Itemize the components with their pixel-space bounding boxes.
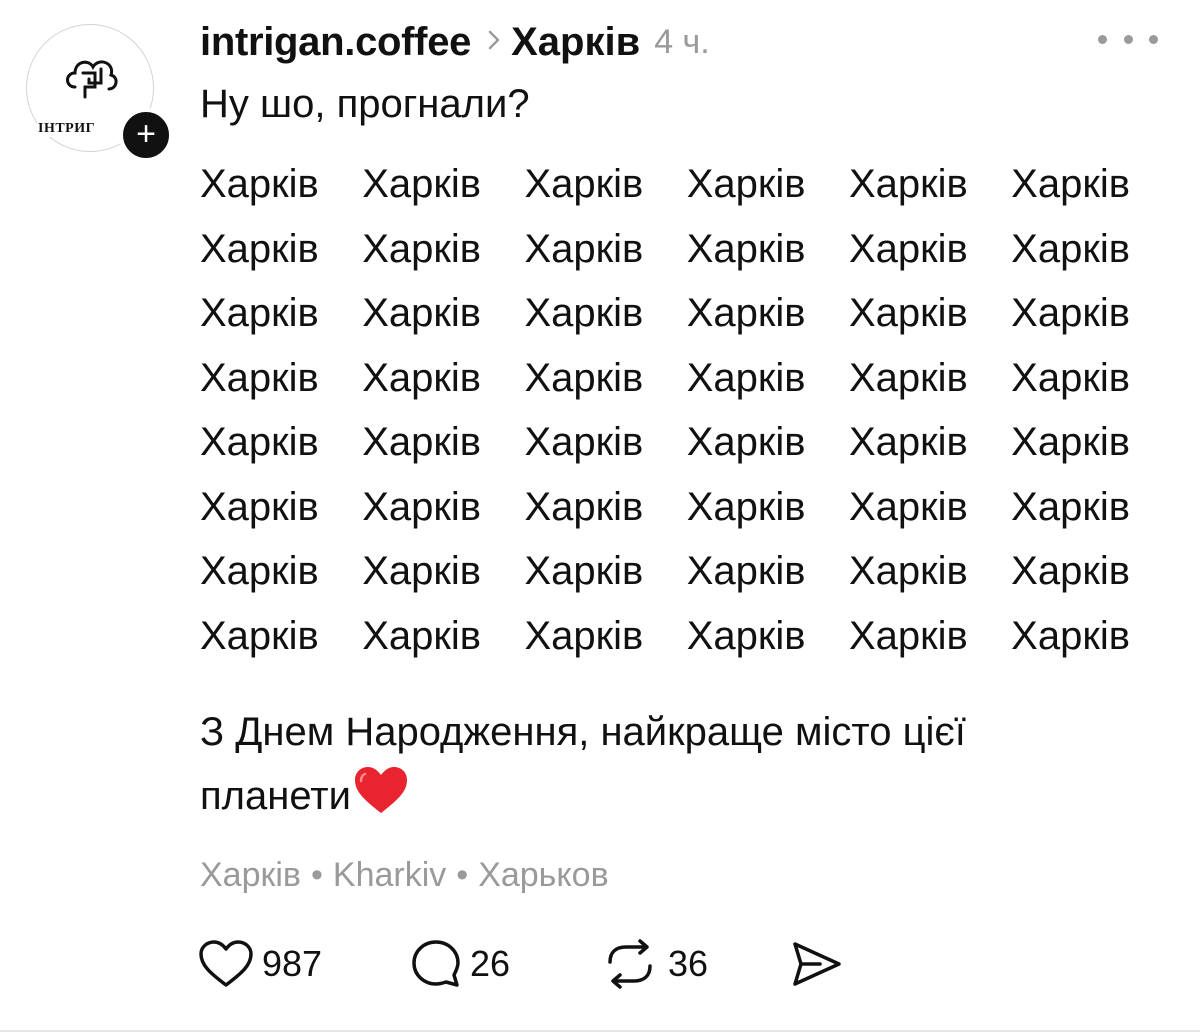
city-word: Харків — [200, 162, 319, 206]
city-row: Харків Харків Харків Харків Харків Харків — [200, 348, 1130, 413]
city-word: Харків — [1011, 291, 1130, 335]
birthday-line-2-wrap: планети — [200, 764, 1140, 834]
comment-button[interactable]: 26 — [410, 934, 510, 994]
city-word: Харків — [200, 291, 319, 335]
city-repeat-block: Харків Харків Харків Харків Харків Харків Харк… — [200, 154, 1130, 670]
city-word: Харків — [848, 420, 968, 464]
tag-link[interactable]: Kharkiv — [333, 856, 446, 894]
city-word: Харків — [524, 484, 644, 529]
cloud-logo-icon — [66, 60, 118, 99]
birthday-line-1: З Днем Народження, найкраще місто цієї — [200, 710, 966, 754]
city-word: Харків — [848, 291, 968, 335]
city-word: Харків — [686, 420, 806, 464]
city-word: Харків — [848, 162, 968, 206]
tag-link[interactable]: Харків — [200, 856, 301, 894]
city-row: Харків Харків Харків Харків Харків Харків — [200, 477, 1130, 542]
city-word: Харків — [1011, 420, 1130, 464]
city-word: Харків — [524, 355, 644, 400]
send-icon — [793, 942, 841, 986]
like-count: 987 — [262, 943, 323, 984]
city-word: Харків — [686, 291, 806, 335]
heart-outline-icon — [199, 940, 253, 987]
city-row: Харків Харків Харків Харків Харків Харків — [200, 541, 1130, 606]
city-word: Харків — [1011, 162, 1130, 206]
avatar-logo-text: ІНТРИГ — [37, 121, 97, 137]
tag-link[interactable]: Харьков — [478, 856, 608, 894]
city-word: Харків — [1011, 613, 1130, 658]
birthday-message: З Днем Народження, найкраще місто цієї п… — [200, 700, 1140, 834]
city-word: Харків — [848, 613, 968, 658]
city-word: Харків — [686, 355, 806, 400]
city-word: Харків — [200, 613, 319, 658]
post-intro-text: Ну шо, прогнали? — [200, 82, 530, 126]
chevron-right-icon — [487, 29, 501, 56]
plus-icon: + — [136, 115, 156, 153]
more-dot — [1123, 34, 1133, 44]
share-button[interactable] — [790, 934, 844, 994]
city-word: Харків — [524, 291, 644, 335]
city-word: Харків — [200, 226, 319, 271]
city-word: Харків — [200, 549, 319, 593]
thread-post: ІНТРИГ + intrigan.coffee Харків 4 ч. Ну … — [0, 0, 1200, 1036]
city-word: Харків — [1011, 484, 1130, 529]
divider — [0, 1030, 1200, 1032]
post-timestamp: 4 ч. — [654, 22, 710, 61]
city-word: Харків — [686, 162, 806, 206]
city-word: Харків — [524, 613, 644, 658]
city-word: Харків — [200, 355, 319, 400]
more-dot — [1149, 34, 1158, 44]
city-row: Харків Харків Харків Харків Харків Харків — [200, 283, 1130, 348]
city-word: Харків — [1011, 549, 1130, 593]
city-word: Харків — [362, 420, 482, 464]
city-word: Харків — [362, 549, 482, 593]
city-word: Харків — [1011, 226, 1130, 271]
red-heart-emoji-icon — [353, 765, 409, 834]
tag-separator: • — [311, 856, 323, 894]
comment-count: 26 — [470, 943, 511, 984]
city-row: Харків Харків Харків Харків Харків Харків — [200, 606, 1130, 671]
city-word: Харків — [686, 484, 806, 529]
birthday-line-2: планети — [200, 774, 351, 818]
city-word: Харків — [524, 420, 644, 464]
city-word: Харків — [362, 484, 482, 529]
repost-count: 36 — [668, 943, 709, 984]
city-word: Харків — [362, 162, 482, 206]
tag-separator: • — [456, 856, 469, 894]
city-word: Харків — [686, 549, 806, 593]
city-word: Харків — [686, 226, 806, 271]
city-word: Харків — [362, 355, 482, 400]
post-tags: Харків • Kharkiv • Харьков — [200, 856, 609, 895]
city-row: Харків Харків Харків Харків Харків Харків — [200, 154, 1130, 219]
city-word: Харків — [524, 226, 644, 271]
city-word: Харків — [848, 226, 968, 271]
speech-bubble-icon — [412, 940, 460, 987]
post-header: intrigan.coffee Харків 4 ч. — [200, 14, 710, 70]
city-word: Харків — [362, 613, 482, 658]
more-options-button[interactable] — [1098, 24, 1158, 54]
location-link[interactable]: Харків — [511, 20, 640, 65]
city-word: Харків — [362, 226, 482, 271]
city-word: Харків — [200, 484, 319, 529]
like-button[interactable]: 987 — [198, 934, 322, 994]
repost-button[interactable]: 36 — [600, 934, 708, 994]
follow-plus-button[interactable]: + — [119, 108, 173, 162]
more-dot — [1098, 34, 1107, 44]
city-word: Харків — [524, 549, 644, 593]
username-link[interactable]: intrigan.coffee — [200, 20, 471, 65]
city-word: Харків — [1011, 355, 1130, 400]
city-word: Харків — [362, 291, 482, 335]
city-word: Харків — [686, 613, 806, 658]
repost-arrows-icon — [608, 939, 652, 989]
city-word: Харків — [524, 162, 644, 206]
city-row: Харків Харків Харків Харків Харків Харків — [200, 219, 1130, 284]
city-word: Харків — [848, 355, 968, 400]
city-word: Харків — [200, 420, 319, 464]
city-word: Харків — [848, 549, 968, 593]
city-word: Харків — [848, 484, 968, 529]
city-row: Харків Харків Харків Харків Харків Харків — [200, 412, 1130, 477]
